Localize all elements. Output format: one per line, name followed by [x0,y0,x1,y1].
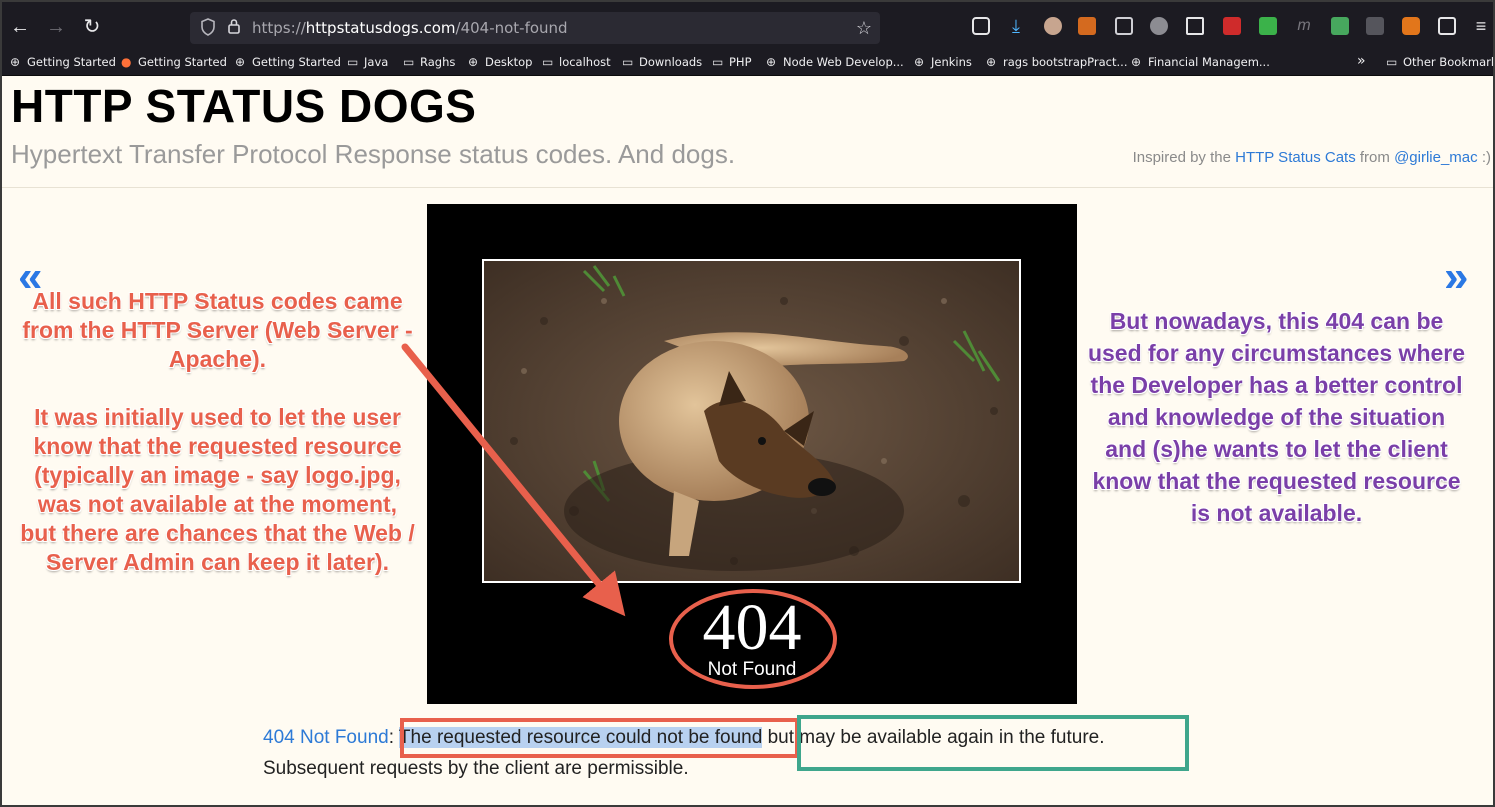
dog-photo [482,259,1021,583]
description-line-1: 404 Not Found: The requested resource co… [263,727,1105,748]
lock-icon[interactable] [224,18,244,38]
bookmark-item[interactable]: ⊕ Financial Managem... [1131,55,1270,69]
address-bar[interactable]: https://httpstatusdogs.com/404-not-found… [190,12,880,44]
bookmark-item[interactable]: ⊕ Desktop [468,55,532,69]
url-scheme: https:// [252,19,306,37]
browser-toolbar: ← → ↻ https://httpstatusdogs.com/404-not… [2,2,1493,50]
reload-icon: ↻ [83,16,101,38]
globe-icon: ⊕ [235,55,246,69]
bookmark-folder[interactable]: ▭ localhost [542,55,611,69]
highlighted-text: The requested resource could not be foun… [398,727,763,748]
reader-library-icon[interactable] [1186,17,1204,35]
bookmark-item[interactable]: ⊕ Getting Started [235,55,341,69]
chevron-double-right-icon: » [1444,252,1469,301]
globe-icon: ⊕ [468,55,479,69]
back-button[interactable]: ← [8,15,32,39]
firefox-icon: ● [121,55,132,69]
header-divider [2,187,1493,188]
bookmark-item[interactable]: ⊕ Getting Started [10,55,116,69]
chevron-double-right-icon: » [1357,53,1366,69]
other-bookmarks-folder[interactable]: ▭ Other Bookmarks [1386,55,1493,69]
description-line-2: Subsequent requests by the client are pe… [263,758,689,779]
extensions-puzzle-icon[interactable] [1438,17,1456,35]
tool-extension-icon[interactable] [1366,17,1384,35]
metamask-fox-icon[interactable] [1402,17,1420,35]
globe-icon: ⊕ [986,55,997,69]
folder-icon: ▭ [712,55,724,69]
http-status-cats-link[interactable]: HTTP Status Cats [1235,149,1356,166]
bookmark-folder[interactable]: ▭ Raghs [403,55,455,69]
shield-icon[interactable] [198,18,218,38]
annotation-left: All such HTTP Status codes came from the… [20,287,415,577]
reload-button[interactable]: ↻ [80,15,104,39]
settings-extension-icon[interactable] [1078,17,1096,35]
status-poster: 404 Not Found [427,204,1077,704]
bookmarks-overflow-button[interactable]: » [1357,53,1366,69]
globe-icon: ⊕ [10,55,21,69]
forward-arrow-icon: → [46,16,66,38]
bookmark-folder[interactable]: ▭ Java [347,55,388,69]
girlie-mac-link[interactable]: @girlie_mac [1394,149,1478,166]
m-extension-icon[interactable]: m [1295,17,1313,35]
annotation-left-paragraph-2: It was initially used to let the user kn… [20,404,415,575]
screenshot-frame: ← → ↻ https://httpstatusdogs.com/404-not… [0,0,1495,807]
status-link[interactable]: 404 Not Found [263,727,389,748]
folder-icon: ▭ [347,55,359,69]
bookmarks-bar: ⊕ Getting Started ● Getting Started ⊕ Getti… [2,50,1493,76]
url-host: httpstatusdogs.com [305,19,456,37]
bookmark-folder[interactable]: ▭ PHP [712,55,752,69]
bookmark-star-icon[interactable]: ☆ [856,17,872,39]
bookmark-folder[interactable]: ▭ Downloads [622,55,702,69]
url-path: /404-not-found [455,19,568,37]
dog-in-hole-illustration [484,261,1019,581]
url-text[interactable]: https://httpstatusdogs.com/404-not-found [252,19,568,37]
forward-button[interactable]: → [44,15,68,39]
status-code-number: 404 [702,591,802,664]
back-arrow-icon: ← [10,16,30,38]
folder-icon: ▭ [542,55,554,69]
green-extension-icon[interactable] [1259,17,1277,35]
status-description: 404 Not Found: The requested resource co… [263,722,1203,784]
site-title: HTTP STATUS DOGS [11,80,477,132]
inspired-by-note: Inspired by the HTTP Status Cats from @g… [1132,149,1491,166]
annotation-left-paragraph-1: All such HTTP Status codes came from the… [22,288,413,372]
clipboard-icon[interactable] [1115,17,1133,35]
page-content: HTTP STATUS DOGS Hypertext Transfer Prot… [2,77,1493,805]
globe-icon: ⊕ [766,55,777,69]
bookmark-item[interactable]: ⊕ Node Web Develop... [766,55,904,69]
stash-extension-icon[interactable] [1331,17,1349,35]
pocket-icon[interactable] [972,17,990,35]
globe-icon: ⊕ [914,55,925,69]
bookmark-item[interactable]: ⊕ rags bootstrapPract... [986,55,1127,69]
folder-icon: ▭ [403,55,415,69]
download-icon[interactable]: ⤓ [1007,17,1025,35]
annotation-right: But nowadays, this 404 can be used for a… [1087,308,1466,526]
bookmark-item[interactable]: ⊕ Jenkins [914,55,972,69]
next-code-button[interactable]: » [1444,255,1468,299]
globe-icon: ⊕ [1131,55,1142,69]
extension-icon[interactable] [1150,17,1168,35]
bookmark-item[interactable]: ● Getting Started [121,55,227,69]
profile-avatar-icon[interactable] [1044,17,1062,35]
folder-icon: ▭ [622,55,634,69]
status-code-label: Not Found [707,659,797,680]
site-subtitle: Hypertext Transfer Protocol Response sta… [11,139,736,169]
menu-icon[interactable]: ≡ [1472,17,1490,35]
pen-extension-icon[interactable] [1223,17,1241,35]
folder-icon: ▭ [1386,55,1398,69]
